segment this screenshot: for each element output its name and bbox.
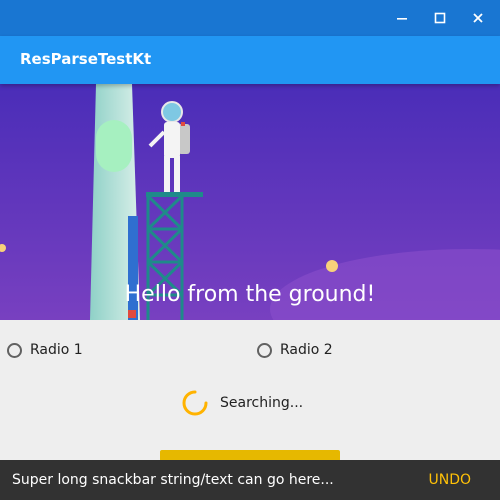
loading-indicator: Searching... — [182, 390, 303, 416]
window-titlebar — [0, 0, 500, 36]
radio-1-label: Radio 1 — [30, 342, 83, 358]
close-button[interactable] — [460, 0, 496, 36]
radio-1[interactable]: Radio 1 — [7, 342, 83, 358]
minimize-button[interactable] — [384, 0, 420, 36]
app-bar: ResParseTestKt — [0, 36, 500, 84]
maximize-icon — [434, 12, 446, 24]
searching-text: Searching... — [220, 395, 304, 411]
hero-banner: Hello from the ground! — [0, 84, 500, 320]
spinner-icon — [182, 390, 208, 416]
undo-button[interactable]: UNDO — [428, 472, 471, 488]
planet-dot — [326, 260, 338, 272]
app-title: ResParseTestKt — [20, 50, 152, 68]
radio-unchecked-icon — [257, 342, 272, 358]
radio-2[interactable]: Radio 2 — [257, 342, 333, 358]
minimize-icon — [397, 18, 407, 20]
snackbar: Super long snackbar string/text can go h… — [0, 460, 500, 500]
radio-2-label: Radio 2 — [280, 342, 333, 358]
radio-unchecked-icon — [7, 342, 22, 358]
close-icon — [473, 13, 483, 23]
maximize-button[interactable] — [422, 0, 458, 36]
hero-greeting: Hello from the ground! — [124, 282, 376, 307]
snackbar-message: Super long snackbar string/text can go h… — [12, 472, 334, 488]
